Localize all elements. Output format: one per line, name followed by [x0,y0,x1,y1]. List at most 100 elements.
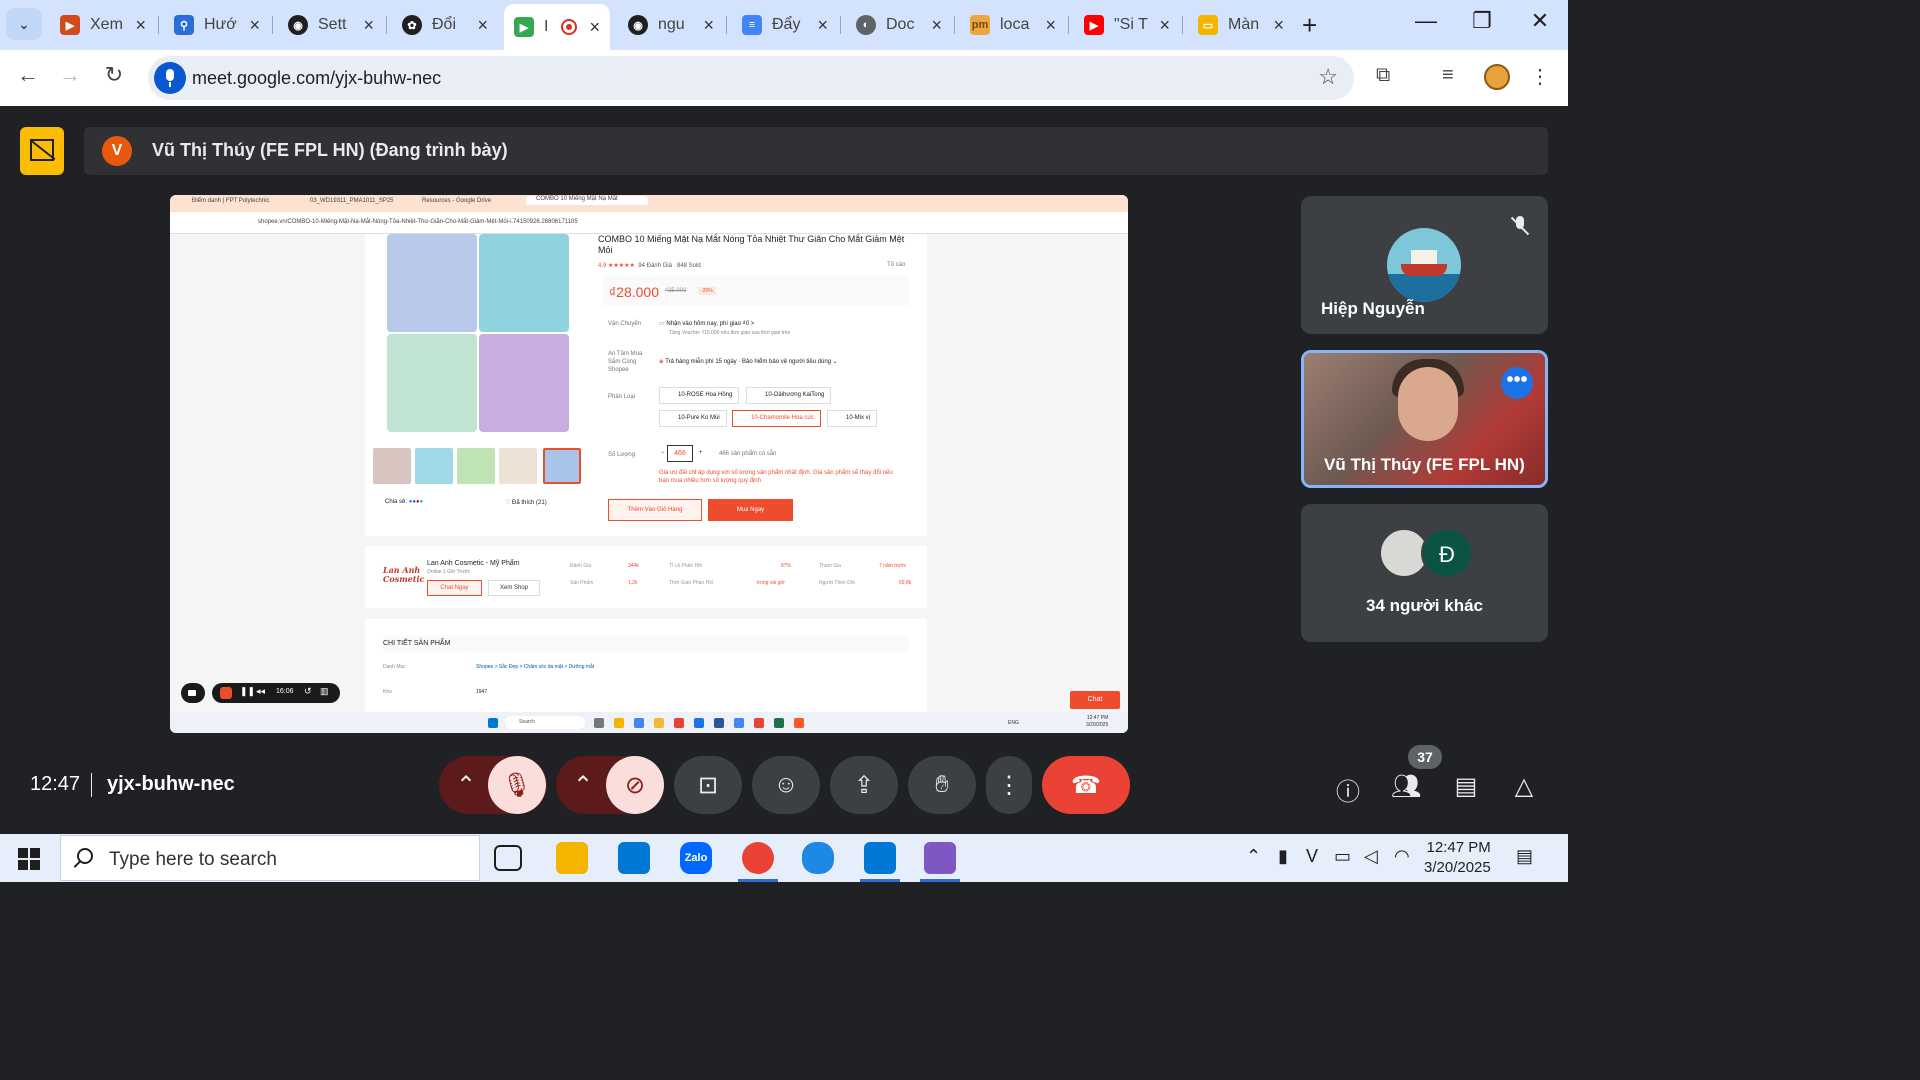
more-options-icon[interactable]: ••• [1501,367,1533,399]
close-tab-icon[interactable]: × [1159,15,1170,36]
browser-tab-8[interactable]: ◐ Doc × [846,6,952,44]
product-title: COMBO 10 Miếng Mặt Nạ Mắt Nóng Tỏa Nhiệt… [598,234,905,255]
close-tab-icon[interactable]: × [363,15,374,36]
old-price: ₫35.000 [665,288,687,294]
more-options-button[interactable]: ⋮ [986,756,1032,814]
close-tab-icon[interactable]: × [1273,15,1284,36]
close-tab-icon[interactable]: × [589,17,600,38]
windows-start-icon[interactable] [18,848,40,870]
raise-hand-button[interactable]: ✋︎ [908,756,976,814]
chrome-icon[interactable] [742,842,774,874]
extensions-puzzle-icon[interactable]: ⧉ [1376,64,1390,87]
mail-icon[interactable] [618,842,650,874]
captions-button[interactable]: ⊡ [674,756,742,814]
git-app-icon[interactable] [924,842,956,874]
meeting-clock: 12:47 [30,773,81,795]
taskbar-app-icon [614,718,624,728]
close-tab-icon[interactable]: × [135,15,146,36]
taskbar-app-icon [734,718,744,728]
close-tab-icon[interactable]: × [477,15,488,36]
profile-avatar[interactable] [1484,64,1510,90]
camera-toggle-button[interactable]: ⊘ [606,756,664,814]
file-explorer-icon[interactable] [556,842,588,874]
mic-toggle-button[interactable]: 🎙︎ [488,756,546,814]
zalo-icon[interactable]: Zalo [680,842,712,874]
url-text[interactable]: meet.google.com/yjx-buhw-nec [192,68,441,89]
reload-icon[interactable]: ↻ [98,62,130,88]
shop-stat-label: Người Theo Dõi [819,580,855,586]
browser-tab-2[interactable]: ⚲ Hướ × [164,6,270,44]
activities-icon[interactable]: △ [1508,772,1540,800]
people-icon[interactable]: 👥︎ [1390,772,1422,800]
meeting-info-icon[interactable]: ⓘ [1332,772,1364,806]
recorder-camera-icon [181,683,205,703]
forward-arrow-icon[interactable]: → [54,62,86,88]
reactions-button[interactable]: ☺ [752,756,820,814]
battery-icon[interactable]: ▭ [1334,846,1351,867]
participant-tile-others[interactable]: Đ 34 người khác [1301,504,1548,642]
taskbar-app-icon [774,718,784,728]
buy-now-button: Mua Ngay [708,499,793,521]
audio-options-chevron-icon[interactable]: ⌃ [439,756,493,814]
browser-tab-meet-active[interactable]: ▶ I × [504,4,610,50]
shop-logo: Lan Anh Cosmetic [383,565,425,584]
participant-tile-hiep[interactable]: Hiệp Nguyễn [1301,196,1548,334]
show-hidden-icons[interactable]: ⌃ [1246,846,1261,867]
address-bar[interactable]: meet.google.com/yjx-buhw-nec ☆ [148,56,1354,100]
minimize-icon[interactable]: — [1406,8,1446,34]
notifications-icon[interactable]: ▤ [1516,846,1533,867]
chat-icon[interactable]: ▤ [1450,772,1482,800]
volume-icon[interactable]: ◁ [1364,846,1378,867]
browser-tab-4[interactable]: ✿ Đổi × [392,6,498,44]
browser-tab-11[interactable]: ▭ Màn × [1188,6,1294,44]
close-window-icon[interactable]: ✕ [1520,8,1560,34]
record-timer: 16:06 [276,688,294,695]
tab-search-chevron-icon[interactable]: ⌄ [6,8,42,40]
chat-now-button: Chat Ngay [427,580,482,596]
restart-icon: ↺ [304,686,312,696]
variant-option-selected: 10-Chamomile Hoa cúc [732,410,821,427]
taskbar-app-icon [694,718,704,728]
shared-screen: Điểm danh | FPT Polytechnic 03_WD19311_P… [170,195,1128,733]
browser-tab-9[interactable]: pm loca × [960,6,1066,44]
back-arrow-icon[interactable]: ← [12,62,44,88]
other-participants-count: 34 người khác [1366,596,1483,615]
variant-option: 10-Mix vị [827,410,878,427]
taskbar-search-box[interactable]: Type here to search [60,835,480,881]
restore-icon[interactable]: ❐ [1462,8,1502,34]
new-tab-plus-icon[interactable]: + [1302,10,1317,41]
bookmark-star-icon[interactable]: ☆ [1318,64,1338,90]
browser-tab-6[interactable]: ◉ ngu × [618,6,724,44]
system-clock[interactable]: 12:47 PM 3/20/2025 [1424,838,1491,878]
vpn-tray-icon[interactable]: V [1306,846,1318,867]
browser-tab-3[interactable]: ◉ Sett × [278,6,384,44]
task-view-icon[interactable] [494,845,522,871]
close-tab-icon[interactable]: × [931,15,942,36]
leave-call-button[interactable]: ☎ [1042,756,1130,814]
close-tab-icon[interactable]: × [817,15,828,36]
shop-stat-label: Sản Phẩm [570,580,594,586]
hang-up-icon: ☎ [1071,771,1101,799]
microphone-tray-icon[interactable]: ▮ [1278,846,1288,867]
browser-tab-7[interactable]: ≡ Đẩy × [732,6,838,44]
chrome-menu-icon[interactable]: ⋮ [1530,64,1550,89]
plus-icon: + [699,450,703,456]
video-options-chevron-icon[interactable]: ⌃ [556,756,610,814]
participant-tile-presenter[interactable]: ••• Vũ Thị Thúy (FE FPL HN) [1301,350,1548,488]
captions-icon: ⊡ [697,771,719,799]
present-button[interactable]: ⇪ [830,756,898,814]
vscode-icon[interactable] [864,842,896,874]
media-control-icon[interactable]: ≡ [1442,64,1454,87]
close-tab-icon[interactable]: × [1045,15,1056,36]
browser-tab-1[interactable]: ▶ Xem × [50,6,156,44]
shipping-text: Nhận vào hôm nay, phí giao ₫0 > [666,321,755,327]
close-tab-icon[interactable]: × [249,15,260,36]
trash-icon: ▥ [320,686,329,696]
browser-tab-10[interactable]: ▶ "Si T × [1074,6,1180,44]
wifi-icon[interactable]: ◠ [1394,846,1410,867]
remote-app-icon[interactable] [802,842,834,874]
shared-clock: 12:47 PM 3/20/2025 [1086,715,1109,728]
close-tab-icon[interactable]: × [703,15,714,36]
microphone-in-use-icon[interactable] [154,62,186,94]
stop-presenting-icon[interactable] [20,127,64,175]
